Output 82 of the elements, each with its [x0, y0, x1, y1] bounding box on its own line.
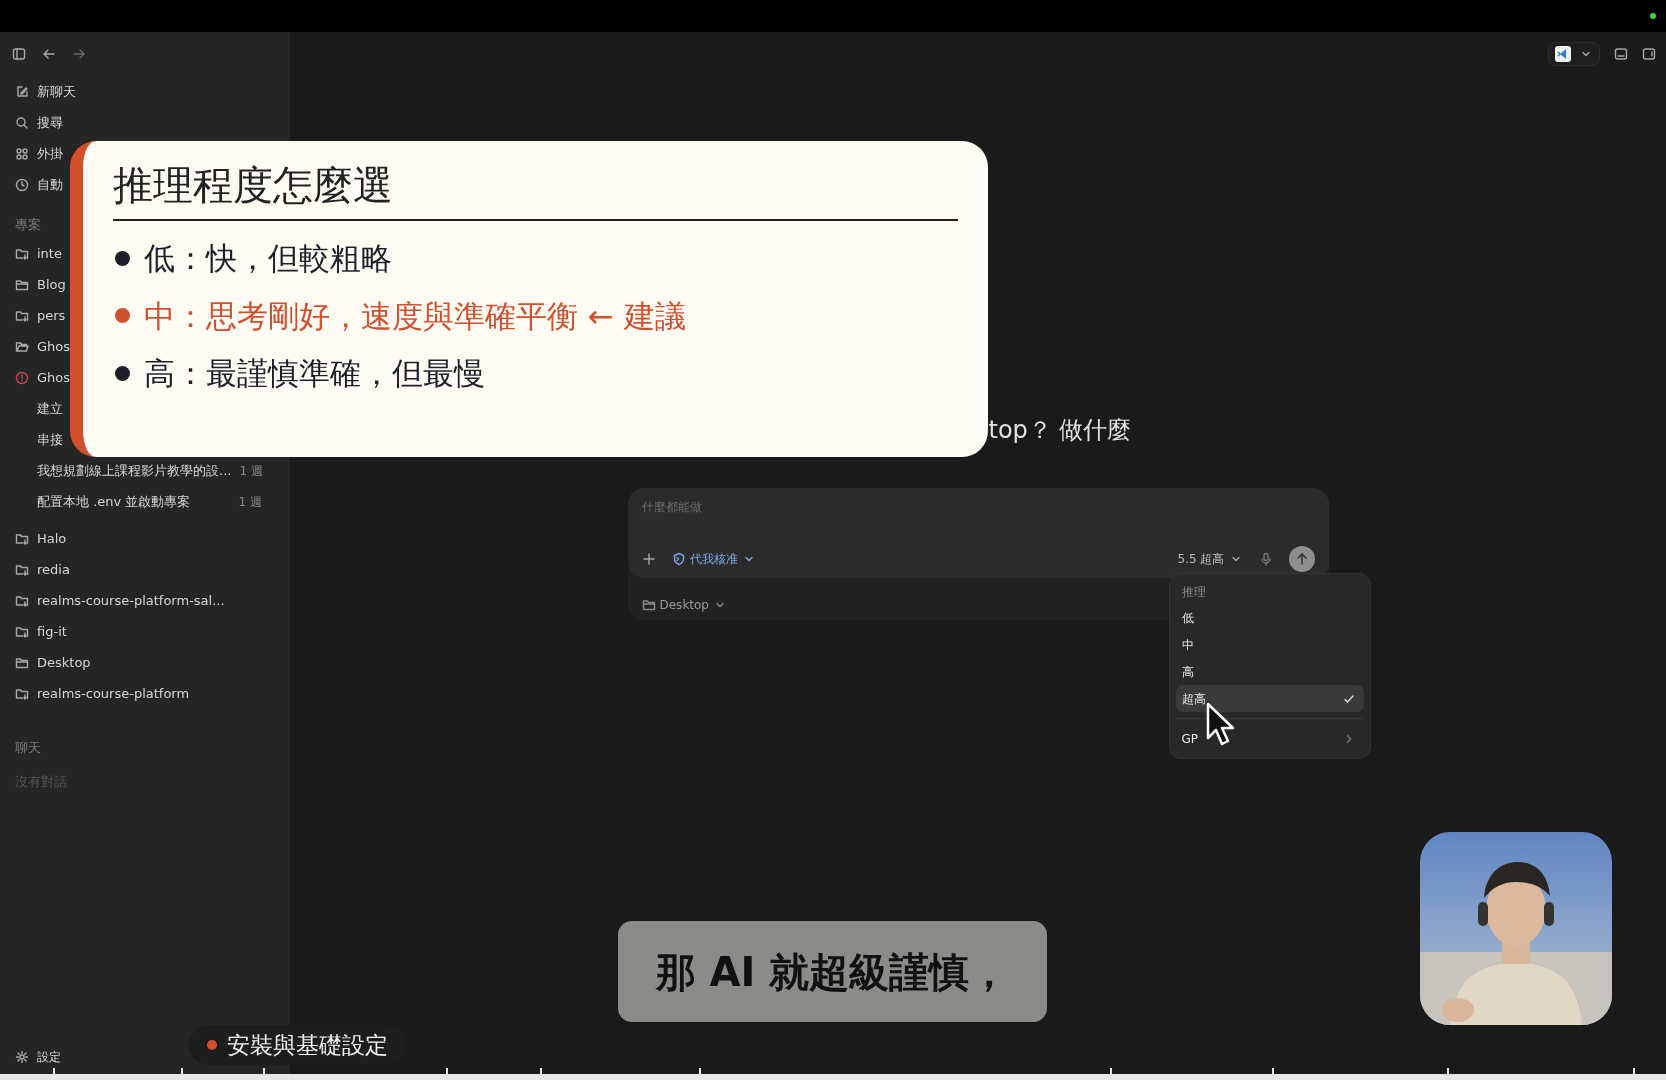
editor-icon — [1555, 46, 1571, 62]
project-item[interactable]: redia — [0, 554, 70, 585]
mic-icon — [1258, 552, 1273, 566]
menu-item[interactable]: 高 — [1175, 658, 1364, 685]
folder-branch-icon — [15, 624, 29, 639]
menu-item[interactable]: 超高 — [1175, 685, 1364, 712]
folder-branch-icon — [15, 531, 29, 546]
cursor-icon — [1205, 702, 1236, 748]
indicator-dot — [1650, 13, 1656, 19]
project-item[interactable]: Halo — [0, 523, 67, 554]
menu-item[interactable]: 中 — [1175, 631, 1364, 658]
clock-icon — [15, 177, 29, 192]
section-header: 專案 — [14, 216, 42, 235]
arrow-right-icon — [72, 47, 86, 61]
add-button[interactable] — [641, 552, 656, 566]
project-item[interactable]: fig-it — [0, 616, 67, 647]
subtitle: 那 AI 就超級謹慎， — [618, 921, 1047, 1022]
plus-icon — [641, 552, 656, 566]
permission-dropdown[interactable]: 代我核准 — [671, 550, 756, 568]
thread-time: 1 週 — [239, 462, 263, 480]
mic-button[interactable] — [1258, 552, 1273, 566]
model-dropdown[interactable]: 5.5 超高 — [1177, 550, 1243, 568]
sidebar-item[interactable]: 自動 — [0, 169, 63, 200]
search-icon — [15, 115, 29, 130]
thread-title: 建立 — [37, 399, 63, 418]
bullet-text: 低：快，但較粗略 — [144, 239, 392, 278]
thread-item[interactable]: 配置本地 .env 並啟動專案 1 週 — [0, 486, 290, 517]
back-button[interactable] — [42, 47, 56, 61]
alert-icon — [15, 370, 29, 385]
project-item[interactable]: realms-course-platform-sal... — [0, 585, 225, 616]
panel-button[interactable] — [1642, 47, 1656, 61]
section-header: 聊天 — [14, 739, 42, 758]
folder-dropdown[interactable]: Desktop — [641, 590, 727, 620]
project-item[interactable]: Blog — [0, 269, 66, 300]
project-item[interactable]: Ghos — [0, 362, 71, 393]
panel-icon — [1614, 47, 1628, 61]
thread-item[interactable]: 建立 — [0, 393, 63, 424]
folder-icon — [15, 655, 29, 670]
submenu-item[interactable]: GP — [1175, 725, 1364, 752]
project-item[interactable]: Ghos — [0, 331, 71, 362]
menu-item[interactable]: 低 — [1175, 604, 1364, 631]
thread-title: 串接 — [37, 430, 63, 449]
thread-item[interactable]: 串接 — [0, 424, 63, 455]
grid-icon — [15, 146, 29, 161]
editor-button[interactable] — [1548, 42, 1600, 66]
thread-item[interactable]: 我想規劃線上課程影片教學的設... 1 週 — [0, 455, 290, 486]
settings-item[interactable]: 設定 — [0, 1041, 61, 1072]
project-item[interactable]: pers — [0, 300, 66, 331]
folder-icon — [641, 598, 656, 612]
folder-open-icon — [15, 339, 29, 354]
compose-icon — [15, 84, 29, 99]
project-item[interactable]: Desktop — [0, 647, 91, 678]
arrow-up-icon — [1295, 553, 1308, 565]
menu-header: 推理 — [1180, 584, 1207, 601]
sidebar-item[interactable]: 搜尋 — [0, 107, 63, 138]
sidebar-icon — [12, 47, 26, 61]
bullet-text: 中：思考剛好，速度與準確平衡 ← 建議 — [144, 296, 686, 336]
folder-branch-icon — [15, 308, 29, 323]
project-item[interactable]: realms-course-platform — [0, 678, 190, 709]
folder-icon — [15, 277, 29, 292]
sidebar-item[interactable]: 外掛 — [0, 138, 63, 169]
sidebar-toggle[interactable] — [12, 47, 26, 61]
thread-title: 我想規劃線上課程影片教學的設... — [37, 461, 232, 480]
shield-icon — [671, 552, 686, 566]
forward-button[interactable] — [72, 47, 86, 61]
folder-branch-icon — [15, 562, 29, 577]
thread-title: 配置本地 .env 並啟動專案 — [37, 492, 191, 511]
thread-time: 1 週 — [238, 493, 262, 511]
send-button[interactable] — [1288, 546, 1315, 572]
folder-branch-icon — [15, 246, 29, 261]
slide-title: 推理程度怎麼選 — [113, 155, 958, 221]
heading: top？ 做什麼 — [987, 415, 1133, 446]
project-item[interactable]: inte — [0, 238, 62, 269]
folder-branch-icon — [15, 593, 29, 608]
panel-icon — [1642, 47, 1656, 61]
settings-icon — [15, 1049, 29, 1064]
arrow-left-icon — [42, 47, 56, 61]
sidebar-item[interactable]: 新聊天 — [0, 76, 76, 107]
bullet-text: 高：最謹慎準確，但最慢 — [144, 354, 485, 393]
folder-branch-icon — [15, 686, 29, 701]
timeline-bar[interactable] — [0, 1066, 1666, 1080]
panel-button[interactable] — [1614, 47, 1628, 61]
